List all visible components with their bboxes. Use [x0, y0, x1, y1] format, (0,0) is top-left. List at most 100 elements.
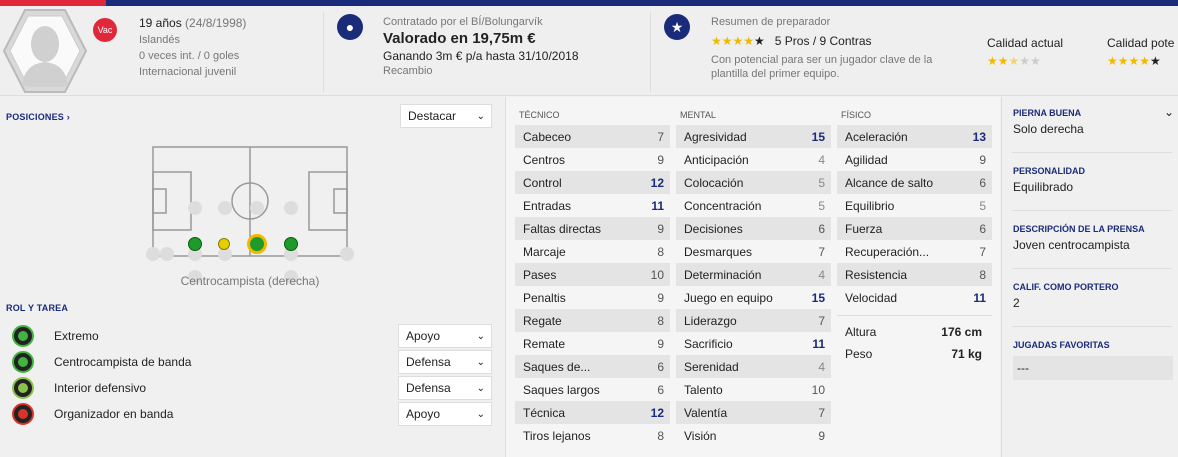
pros-cons-link[interactable]: 5 Pros / 9 Contras — [775, 34, 872, 48]
squad-status-text: Recambio — [383, 65, 433, 77]
attribute-name: Juego en equipo — [684, 290, 773, 305]
attribute-row[interactable]: Determinación 4 — [676, 263, 831, 286]
attribute-value: 7 — [657, 129, 664, 144]
attribute-row[interactable]: Cabeceo 7 — [515, 125, 670, 148]
attribute-row[interactable]: Anticipación 4 — [676, 148, 831, 171]
attribute-row[interactable]: Alcance de salto 6 — [837, 171, 992, 194]
attribute-row[interactable]: Equilibrio 5 — [837, 194, 992, 217]
attribute-value: 15 — [811, 290, 825, 305]
chevron-down-icon: ⌄ — [476, 110, 485, 122]
attribute-name: Colocación — [684, 175, 744, 190]
technical-column: TÉCNICO Cabeceo 7 Centros 9 Control 12 Entrada… — [515, 97, 670, 447]
role-name: Centrocampista de banda — [54, 355, 192, 369]
attribute-value: 8 — [657, 244, 664, 259]
attribute-row[interactable]: Juego en equipo 15 — [676, 286, 831, 309]
club-crest-icon[interactable]: ● — [337, 14, 363, 40]
attribute-name: Marcaje — [523, 244, 566, 259]
position-dot[interactable] — [160, 247, 174, 261]
height-label: Altura — [845, 324, 877, 339]
attribute-row[interactable]: Colocación 5 — [676, 171, 831, 194]
player-silhouette-icon — [2, 9, 88, 93]
attribute-value: 6 — [979, 221, 986, 236]
attribute-row[interactable]: Remate 9 — [515, 332, 670, 355]
chevron-down-icon[interactable]: ⌄ — [1164, 105, 1174, 119]
attribute-row[interactable]: Velocidad 11 — [837, 286, 992, 309]
attribute-row[interactable]: Saques de... 6 — [515, 355, 670, 378]
attribute-row[interactable]: Valentía 7 — [676, 401, 831, 424]
position-dot[interactable] — [218, 201, 232, 215]
role-item[interactable]: Interior defensivo — [12, 376, 146, 400]
attribute-row[interactable]: Penaltis 9 — [515, 286, 670, 309]
attribute-row[interactable]: Control 12 — [515, 171, 670, 194]
attribute-row[interactable]: Faltas directas 9 — [515, 217, 670, 240]
attribute-row[interactable]: Resistencia 8 — [837, 263, 992, 286]
chevron-down-icon: ⌄ — [476, 330, 485, 342]
attribute-name: Penaltis — [523, 290, 566, 305]
attribute-name: Pases — [523, 267, 557, 282]
position-dot-mr[interactable] — [284, 237, 298, 251]
attribute-name: Desmarques — [684, 244, 753, 259]
attribute-row[interactable]: Agilidad 9 — [837, 148, 992, 171]
duty-dropdown[interactable]: Defensa ⌄ — [398, 376, 492, 400]
attribute-row[interactable]: Entradas 11 — [515, 194, 670, 217]
attribute-row[interactable]: Aceleración 13 — [837, 125, 992, 148]
position-dot[interactable] — [250, 201, 264, 215]
attribute-row[interactable]: Regate 8 — [515, 309, 670, 332]
attribute-value: 4 — [818, 152, 825, 167]
attribute-row[interactable]: Técnica 12 — [515, 401, 670, 424]
attribute-row[interactable]: Desmarques 7 — [676, 240, 831, 263]
attribute-value: 5 — [979, 198, 986, 213]
current-ability: Calidad actual ★★★★★ — [987, 6, 1097, 96]
attribute-name: Cabeceo — [523, 129, 572, 144]
attribute-value: 12 — [650, 175, 664, 190]
duty-dropdown[interactable]: Apoyo ⌄ — [398, 324, 492, 348]
attribute-row[interactable]: Centros 9 — [515, 148, 670, 171]
divider — [1012, 326, 1172, 327]
duty-value: Apoyo — [406, 407, 441, 421]
attribute-value: 15 — [811, 129, 825, 144]
positions-link[interactable]: POSICIONES › — [6, 112, 70, 122]
physical-column: FÍSICO Aceleración 13 Agilidad 9 Alcance de … — [837, 97, 992, 365]
role-suitability-icon — [12, 403, 34, 425]
attribute-row[interactable]: Serenidad 4 — [676, 355, 831, 378]
position-dot[interactable] — [284, 201, 298, 215]
physical-title: FÍSICO — [841, 110, 872, 120]
attribute-row[interactable]: Decisiones 6 — [676, 217, 831, 240]
role-name: Organizador en banda — [54, 407, 174, 421]
attribute-row[interactable]: Fuerza 6 — [837, 217, 992, 240]
role-item[interactable]: Extremo — [12, 324, 99, 348]
position-dot[interactable] — [340, 247, 354, 261]
duty-dropdown[interactable]: Defensa ⌄ — [398, 350, 492, 374]
position-dot[interactable] — [188, 201, 202, 215]
attribute-row[interactable]: Concentración 5 — [676, 194, 831, 217]
role-item[interactable]: Centrocampista de banda — [12, 350, 191, 374]
divider — [1012, 268, 1172, 269]
attribute-row[interactable]: Marcaje 8 — [515, 240, 670, 263]
attribute-row[interactable]: Sacrificio 11 — [676, 332, 831, 355]
attribute-row[interactable]: Recuperación... 7 — [837, 240, 992, 263]
attribute-value: 5 — [818, 175, 825, 190]
dob-text: (24/8/1998) — [185, 16, 247, 30]
attribute-name: Regate — [523, 313, 562, 328]
attribute-row[interactable]: Talento 10 — [676, 378, 831, 401]
position-dot-mcr[interactable] — [247, 234, 267, 254]
divider — [650, 12, 651, 92]
position-dot[interactable] — [146, 247, 160, 261]
position-dot-ml[interactable] — [188, 237, 202, 251]
attribute-row[interactable]: Visión 9 — [676, 424, 831, 447]
position-dot-mcl[interactable] — [218, 238, 230, 250]
attribute-row[interactable]: Pases 10 — [515, 263, 670, 286]
role-item[interactable]: Organizador en banda — [12, 402, 173, 426]
attribute-row[interactable]: Liderazgo 7 — [676, 309, 831, 332]
duty-dropdown[interactable]: Apoyo ⌄ — [398, 402, 492, 426]
attribute-name: Serenidad — [684, 359, 739, 374]
attribute-row[interactable]: Tiros lejanos 8 — [515, 424, 670, 447]
selected-position-label: Centrocampista (derecha) — [180, 274, 320, 288]
attribute-name: Faltas directas — [523, 221, 602, 236]
role-name: Interior defensivo — [54, 381, 147, 395]
attribute-row[interactable]: Agresividad 15 — [676, 125, 831, 148]
attribute-value: 12 — [650, 405, 664, 420]
attribute-row[interactable]: Saques largos 6 — [515, 378, 670, 401]
highlight-dropdown[interactable]: Destacar ⌄ — [400, 104, 492, 128]
preferred-foot-value: Solo derecha — [1013, 122, 1084, 136]
